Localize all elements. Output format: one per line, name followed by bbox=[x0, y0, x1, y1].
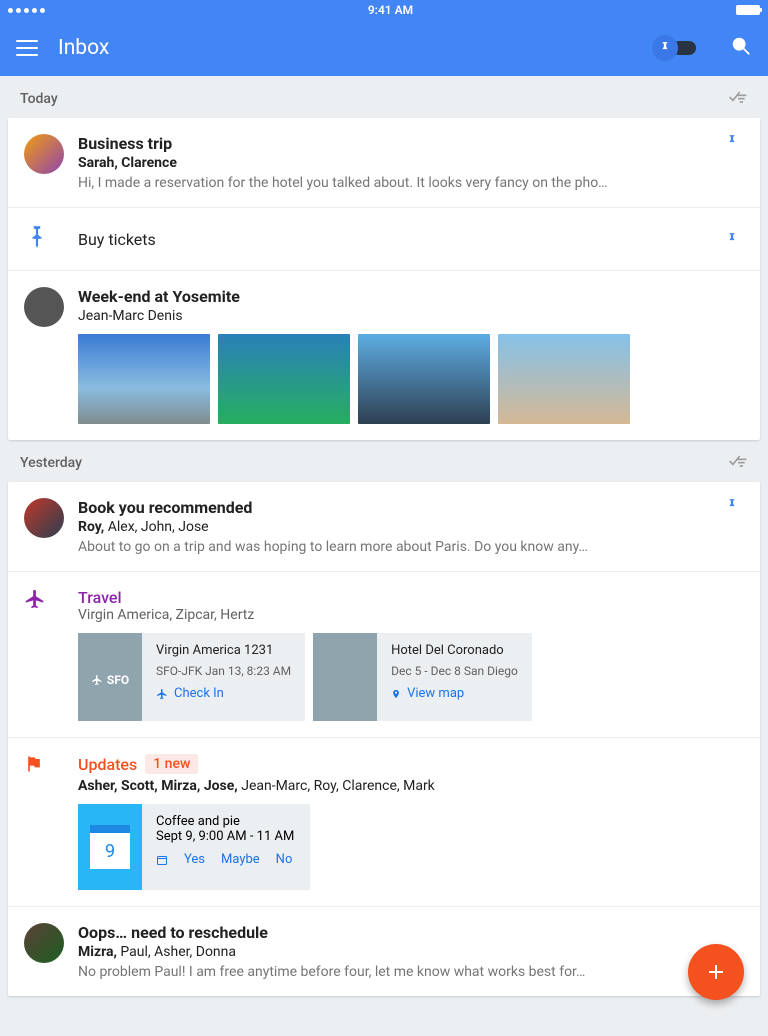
bundle-senders-unread: Asher, Scott, Mirza, Jose, bbox=[78, 778, 238, 794]
hotel-detail: Dec 5 - Dec 8 San Diego bbox=[391, 664, 518, 678]
email-preview: No problem Paul! I am free anytime befor… bbox=[78, 964, 744, 980]
signal-dots-icon bbox=[8, 8, 45, 13]
avatar bbox=[24, 923, 64, 963]
event-detail: Sept 9, 9:00 AM - 11 AM bbox=[156, 829, 294, 844]
flag-icon bbox=[24, 754, 78, 890]
email-senders-rest: Paul, Asher, Donna bbox=[117, 944, 236, 960]
attachment-thumb[interactable] bbox=[78, 334, 210, 424]
pin-icon[interactable] bbox=[720, 134, 744, 191]
sweep-button[interactable] bbox=[728, 454, 748, 472]
search-button[interactable] bbox=[730, 35, 752, 61]
bundle-senders-rest: Jean-Marc, Roy, Clarence, Mark bbox=[238, 778, 435, 794]
photo-attachments bbox=[78, 334, 744, 424]
view-map-link[interactable]: View map bbox=[391, 686, 518, 701]
bundle-title: Travel bbox=[78, 588, 744, 607]
rsvp-maybe[interactable]: Maybe bbox=[221, 852, 260, 867]
status-time: 9:41 AM bbox=[45, 3, 736, 17]
battery-icon bbox=[736, 5, 760, 15]
attachment-thumb[interactable] bbox=[358, 334, 490, 424]
email-row[interactable]: Business trip Sarah, Clarence Hi, I made… bbox=[8, 118, 760, 208]
compose-button[interactable] bbox=[688, 944, 744, 1000]
email-senders-unread: Mizra, bbox=[78, 944, 117, 960]
email-senders-rest: Alex, John, Jose bbox=[104, 519, 208, 535]
airplane-icon bbox=[24, 588, 78, 721]
bundle-updates[interactable]: Updates 1 new Asher, Scott, Mirza, Jose,… bbox=[8, 738, 760, 907]
avatar bbox=[24, 134, 64, 174]
event-title: Coffee and pie bbox=[156, 814, 294, 829]
plus-icon bbox=[704, 960, 728, 984]
email-row[interactable]: Book you recommended Roy, Alex, John, Jo… bbox=[8, 482, 760, 572]
email-preview: Hi, I made a reservation for the hotel y… bbox=[78, 175, 720, 191]
email-row[interactable]: Week-end at Yosemite Jean-Marc Denis bbox=[8, 271, 760, 440]
calendar-event-card[interactable]: 9 Coffee and pie Sept 9, 9:00 AM - 11 AM… bbox=[78, 804, 310, 890]
hotel-card[interactable]: Hotel Del Coronado Dec 5 - Dec 8 San Die… bbox=[313, 633, 532, 721]
attachment-thumb[interactable] bbox=[218, 334, 350, 424]
email-subject: Oops… need to reschedule bbox=[78, 923, 744, 942]
hotel-title: Hotel Del Coronado bbox=[391, 643, 518, 658]
bundle-senders: Virgin America, Zipcar, Hertz bbox=[78, 607, 744, 623]
pin-icon[interactable] bbox=[720, 498, 744, 555]
reminder-row[interactable]: Buy tickets bbox=[8, 208, 760, 271]
email-preview: About to go on a trip and was hoping to … bbox=[78, 539, 720, 555]
reminder-icon bbox=[24, 224, 78, 254]
flight-card[interactable]: SFO Virgin America 1231 SFO-JFK Jan 13, … bbox=[78, 633, 305, 721]
app-bar: Inbox bbox=[0, 20, 768, 76]
bundle-title: Updates bbox=[78, 755, 137, 774]
pin-icon[interactable] bbox=[720, 232, 744, 246]
reminder-text: Buy tickets bbox=[78, 230, 720, 249]
email-row[interactable]: Oops… need to reschedule Mizra, Paul, As… bbox=[8, 907, 760, 996]
check-in-link[interactable]: Check In bbox=[156, 686, 291, 701]
sweep-button[interactable] bbox=[728, 90, 748, 108]
new-badge: 1 new bbox=[145, 754, 198, 774]
page-title: Inbox bbox=[58, 36, 632, 60]
avatar bbox=[24, 287, 64, 327]
attachment-thumb[interactable] bbox=[498, 334, 630, 424]
status-bar: 9:41 AM bbox=[0, 0, 768, 20]
bundle-travel[interactable]: Travel Virgin America, Zipcar, Hertz SFO… bbox=[8, 572, 760, 738]
email-subject: Book you recommended bbox=[78, 498, 720, 517]
calendar-icon: 9 bbox=[78, 804, 142, 890]
email-senders-unread: Roy, bbox=[78, 519, 104, 535]
pinned-toggle[interactable] bbox=[652, 35, 696, 61]
section-yesterday: Yesterday bbox=[20, 455, 82, 471]
menu-button[interactable] bbox=[16, 40, 38, 56]
email-subject: Week-end at Yosemite bbox=[78, 287, 744, 306]
airport-code-overlay: SFO bbox=[78, 673, 142, 687]
email-subject: Business trip bbox=[78, 134, 720, 153]
calendar-small-icon bbox=[156, 854, 168, 866]
section-today: Today bbox=[20, 91, 58, 107]
hotel-image bbox=[313, 633, 377, 721]
email-senders: Sarah, Clarence bbox=[78, 155, 177, 171]
avatar bbox=[24, 498, 64, 538]
flight-title: Virgin America 1231 bbox=[156, 643, 291, 658]
email-senders: Jean-Marc Denis bbox=[78, 308, 744, 324]
rsvp-yes[interactable]: Yes bbox=[184, 852, 205, 867]
flight-image: SFO bbox=[78, 633, 142, 721]
pin-icon bbox=[652, 35, 678, 61]
flight-detail: SFO-JFK Jan 13, 8:23 AM bbox=[156, 664, 291, 678]
rsvp-no[interactable]: No bbox=[276, 852, 293, 867]
